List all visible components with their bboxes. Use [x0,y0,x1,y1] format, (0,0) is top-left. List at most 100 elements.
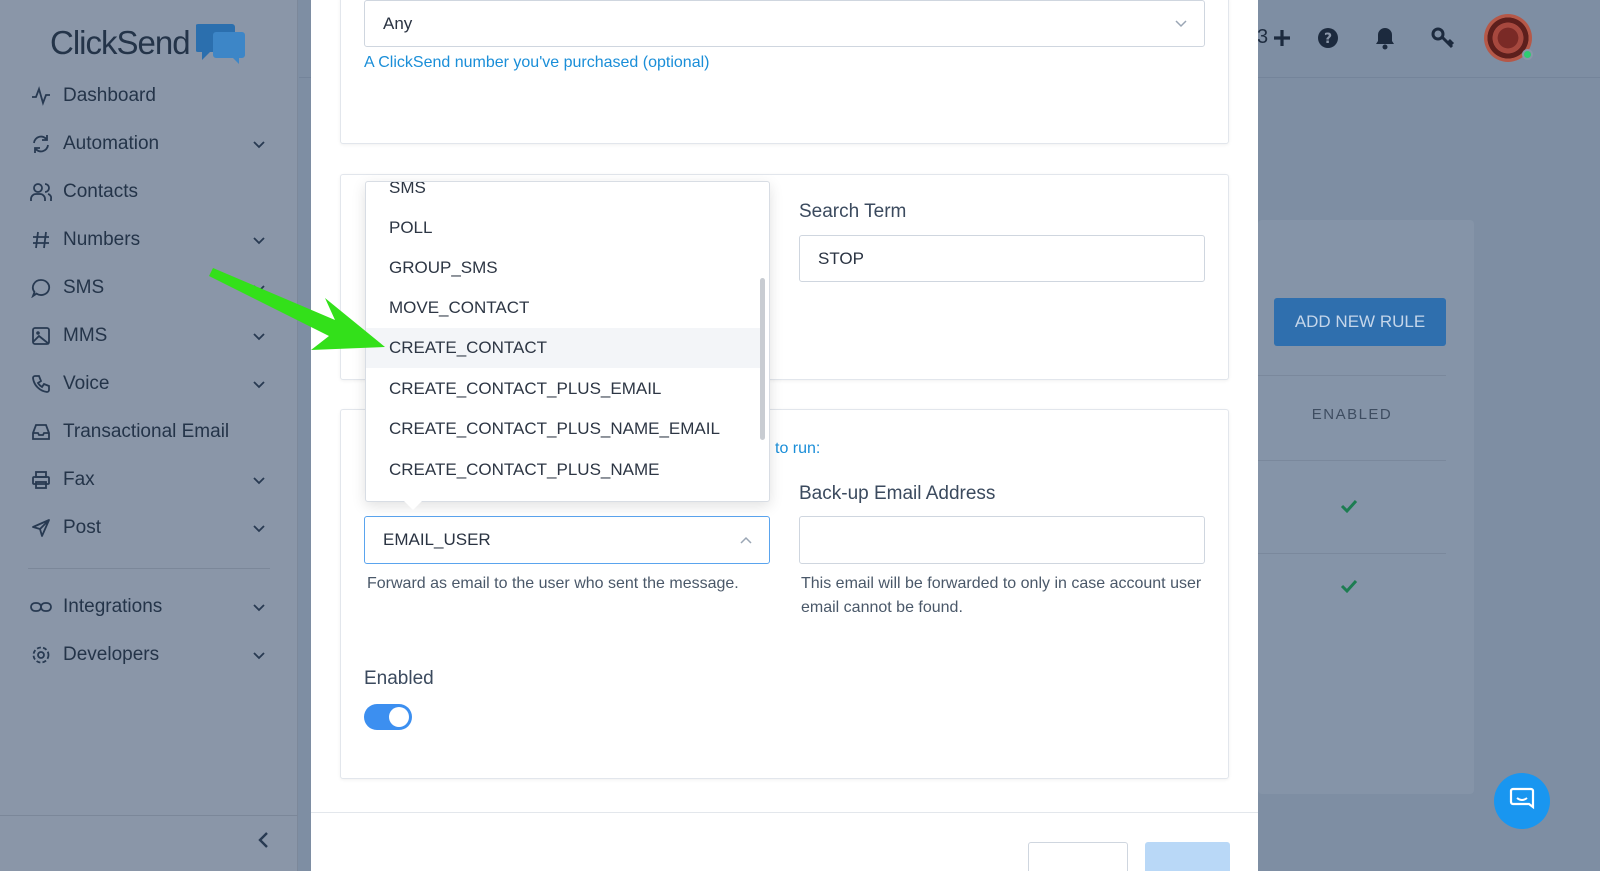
help-icon[interactable]: ? [1317,26,1339,55]
cancel-button[interactable] [1028,842,1128,871]
search-term-label: Search Term [799,201,907,222]
chevron-down-icon [252,137,266,155]
enabled-label: Enabled [364,668,434,689]
table-divider [1258,460,1446,461]
logo-text: ClickSend [50,24,191,61]
gear-icon [30,644,52,666]
bell-icon[interactable] [1374,26,1396,55]
sidebar-item-fax[interactable]: Fax [0,456,298,504]
refresh-icon [30,133,52,155]
plus-icon[interactable] [1272,26,1292,55]
online-status-dot [1522,49,1533,60]
enabled-column-header: ENABLED [1311,406,1393,423]
key-icon[interactable] [1431,26,1455,55]
sidebar-item-label: Fax [63,469,95,490]
chevron-down-icon [252,329,266,347]
chat-icon [30,277,52,299]
chevron-down-icon [252,521,266,539]
enabled-toggle[interactable] [364,704,412,730]
backup-email-label: Back-up Email Address [799,483,996,504]
link-icon [30,596,52,618]
save-button[interactable] [1145,842,1230,871]
sidebar-item-contacts[interactable]: Contacts [0,168,298,216]
chevron-down-icon [252,648,266,666]
action-label-partial: to run: [775,440,821,457]
chat-bubbles-logo-icon [194,22,246,64]
toggle-knob [389,707,409,727]
inbox-icon [30,421,52,443]
dropdown-option-create-contact-plus-name[interactable]: CREATE_CONTACT_PLUS_NAME [366,450,762,490]
dropdown-option-move-contact[interactable]: MOVE_CONTACT [366,288,762,328]
support-chat-button[interactable] [1494,773,1550,829]
dropdown-option-create-contact-plus-name-email[interactable]: CREATE_CONTACT_PLUS_NAME_EMAIL [366,409,762,449]
svg-text:?: ? [1324,31,1332,47]
backup-email-help: This email will be forwarded to only in … [801,575,1202,616]
sidebar-nav: Dashboard Automation Contacts Numbers SM… [0,72,298,679]
sidebar-item-mms[interactable]: MMS [0,312,298,360]
chevron-up-icon [739,530,753,550]
sidebar-item-numbers[interactable]: Numbers [0,216,298,264]
user-avatar[interactable] [1484,14,1533,62]
chevron-down-icon [252,377,266,395]
table-divider [1258,553,1446,554]
sidebar-item-label: Integrations [63,596,163,617]
table-divider [1258,375,1446,376]
chevron-down-icon [1174,14,1188,34]
sidebar: ClickSend Dashboard Automation Contacts … [0,0,298,871]
dropdown-pointer [403,500,423,510]
sidebar-divider [28,568,270,569]
action-help: Forward as email to the user who sent th… [367,575,739,592]
action-dropdown-list: SMS POLL GROUP_SMS MOVE_CONTACT CREATE_C… [365,181,770,502]
add-new-rule-button[interactable]: ADD NEW RULE [1274,298,1446,346]
modal-footer-divider [311,812,1258,813]
sidebar-item-developers[interactable]: Developers [0,631,298,679]
dedicated-number-select[interactable]: Any [364,0,1205,47]
sidebar-item-label: Transactional Email [63,421,230,442]
image-icon [30,325,52,347]
credits-count: 3 [1257,26,1269,48]
sidebar-item-integrations[interactable]: Integrations [0,583,298,631]
dropdown-scrollbar[interactable] [760,278,765,440]
sidebar-item-label: Numbers [63,229,141,250]
chevron-down-icon [252,600,266,618]
sidebar-item-post[interactable]: Post [0,504,298,552]
sidebar-item-voice[interactable]: Voice [0,360,298,408]
dropdown-option-create-contact-plus-email[interactable]: CREATE_CONTACT_PLUS_EMAIL [366,369,762,409]
dropdown-option-group-sms[interactable]: GROUP_SMS [366,248,762,288]
send-icon [30,517,52,539]
chevron-down-icon [252,473,266,491]
clicksend-logo[interactable]: ClickSend [50,22,246,64]
sidebar-item-label: Dashboard [63,85,156,106]
action-select[interactable]: EMAIL_USER [364,516,770,564]
sidebar-item-dashboard[interactable]: Dashboard [0,72,298,120]
dedicated-number-help: A ClickSend number you've purchased (opt… [364,54,710,71]
phone-icon [30,373,52,395]
sidebar-item-transactional-email[interactable]: Transactional Email [0,408,298,456]
printer-icon [30,469,52,491]
sidebar-footer [0,815,298,871]
sidebar-item-label: Automation [63,133,160,154]
hash-icon [30,229,52,251]
chevron-left-icon[interactable] [256,830,270,855]
check-icon [1340,578,1358,599]
sidebar-item-label: MMS [63,325,108,346]
select-value: EMAIL_USER [383,530,491,549]
backup-email-input[interactable] [799,516,1205,564]
dropdown-option-poll[interactable]: POLL [366,208,762,248]
chevron-down-icon [252,281,266,299]
search-term-input[interactable]: STOP [799,235,1205,282]
dropdown-option-sms[interactable]: SMS [366,182,762,208]
chevron-down-icon [252,233,266,251]
sidebar-item-sms[interactable]: SMS [0,264,298,312]
users-icon [30,181,52,203]
sidebar-item-label: Post [63,517,102,538]
select-value: Any [383,13,413,33]
check-icon [1340,498,1358,519]
sidebar-item-automation[interactable]: Automation [0,120,298,168]
sidebar-item-label: Developers [63,644,160,665]
sidebar-item-label: Voice [63,373,110,394]
dropdown-option-create-contact[interactable]: CREATE_CONTACT [366,328,762,368]
chat-icon [1509,786,1535,817]
sidebar-item-label: Contacts [63,181,138,202]
activity-icon [30,85,52,107]
